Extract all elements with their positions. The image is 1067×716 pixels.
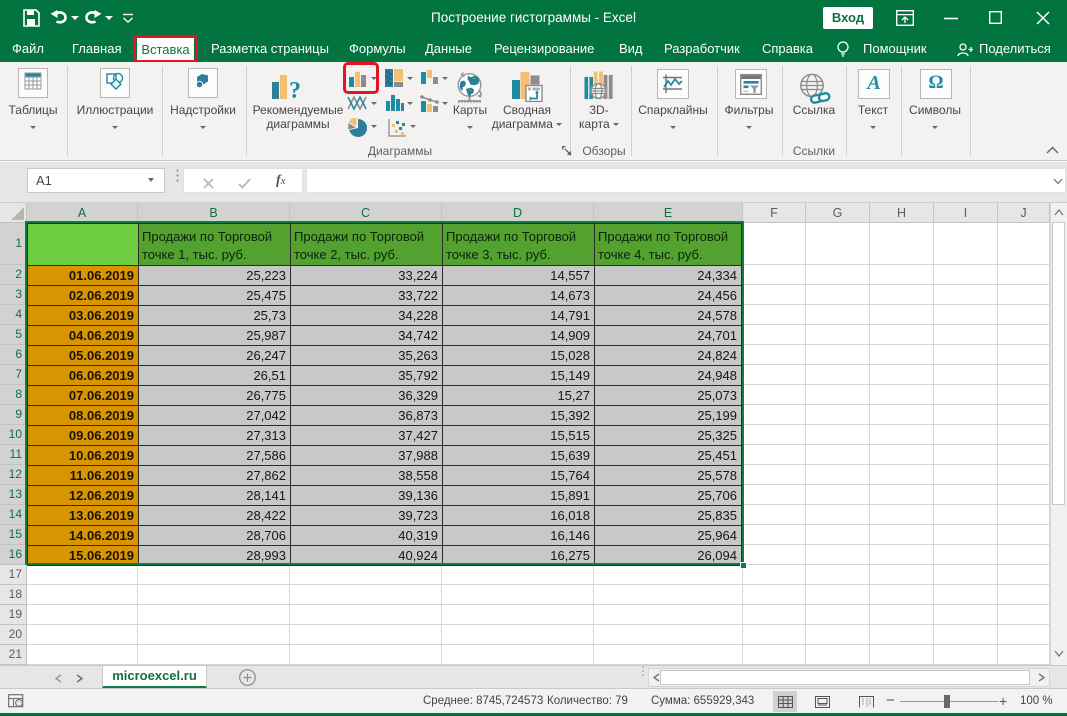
svg-text:?: ? [289, 78, 301, 102]
